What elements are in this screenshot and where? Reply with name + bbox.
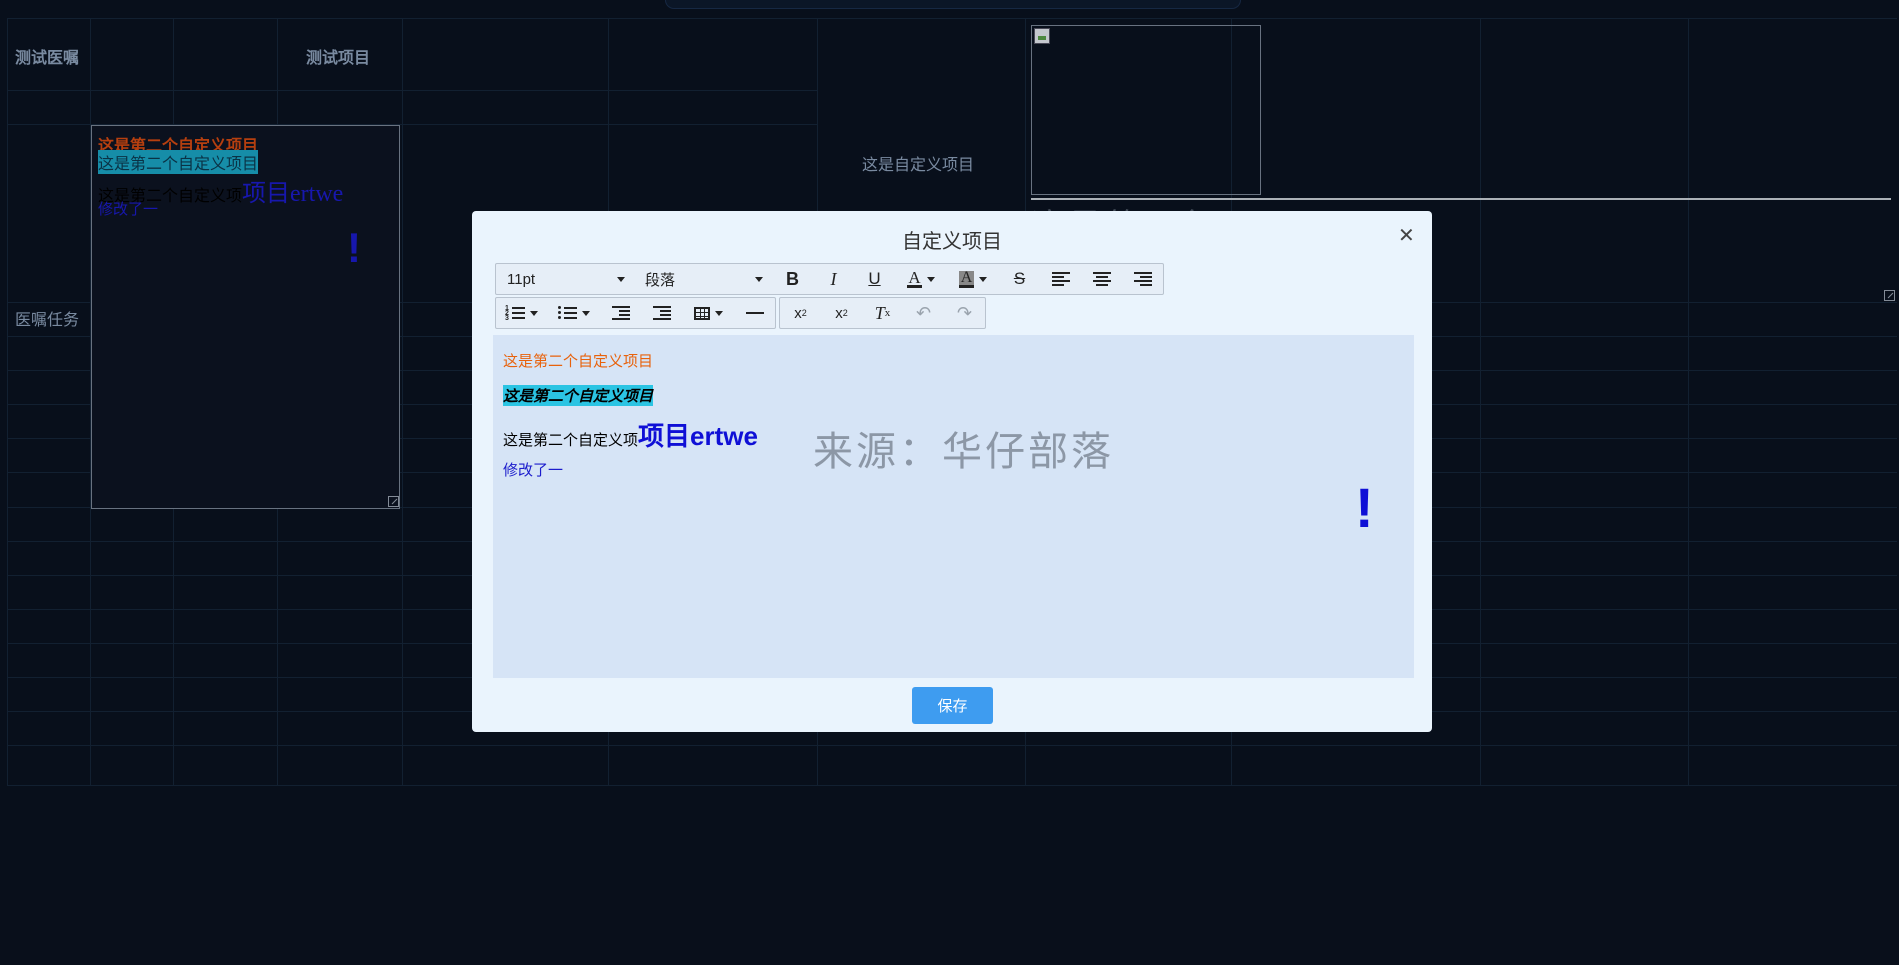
align-center-icon[interactable] [1081, 264, 1122, 294]
block-format-select[interactable]: 段落 [634, 264, 772, 294]
align-left-icon[interactable] [1040, 264, 1081, 294]
font-size-value: 11pt [507, 270, 536, 288]
bullet-list-icon[interactable] [548, 298, 600, 328]
editor-line-4: 修改了一 [503, 462, 564, 479]
superscript-icon[interactable]: x2 [821, 298, 862, 328]
indent-icon[interactable] [641, 298, 682, 328]
custom-item-dialog: 自定义项目 ✕ 11pt 段落 B I U A A S 1 2 3 x 2 x … [472, 211, 1432, 732]
watermark: 来源：华仔部落 [813, 429, 1114, 474]
table-icon[interactable] [682, 298, 734, 328]
font-color-icon[interactable]: A [895, 264, 947, 294]
italic-icon[interactable]: I [813, 264, 854, 294]
dialog-title: 自定义项目 [902, 231, 1002, 253]
background-color-icon[interactable]: A [947, 264, 999, 294]
block-format-value: 段落 [645, 271, 676, 289]
horizontal-rule-icon[interactable] [734, 298, 775, 328]
outdent-icon[interactable] [600, 298, 641, 328]
bold-icon[interactable]: B [772, 264, 813, 294]
editor-line-2: 这是第二个自定义项目 [503, 385, 654, 406]
align-right-icon[interactable] [1122, 264, 1163, 294]
strikethrough-icon[interactable]: S [999, 264, 1040, 294]
undo-icon[interactable]: ↶ [903, 298, 944, 328]
toolbar-group-format: 11pt 段落 B I U A A S [495, 263, 1164, 295]
numbered-list-icon[interactable]: 123 [496, 298, 548, 328]
chevron-down-icon [755, 276, 763, 282]
editor-line-1: 这是第二个自定义项目 [503, 353, 654, 370]
subscript-icon[interactable]: x2 [780, 298, 821, 328]
save-button[interactable]: 保存 [912, 687, 993, 724]
close-icon[interactable]: ✕ [1398, 226, 1415, 246]
editor-line-3-prefix: 这是第二个自定义项 [503, 432, 639, 449]
redo-icon[interactable]: ↷ [944, 298, 985, 328]
toolbar-row-2: 123 x2 x2 Tx ↶ ↷ [495, 297, 989, 329]
editor-exclamation: ! [1355, 476, 1374, 539]
rich-text-editor[interactable]: 这是第二个自定义项目 这是第二个自定义项目 这是第二个自定义项项目ertwe 修… [493, 335, 1414, 678]
editor-line-3-big: 项目ertwe [638, 421, 758, 451]
toolbar-group-lists: 123 [495, 297, 776, 329]
clear-format-icon[interactable]: Tx [862, 298, 903, 328]
font-size-select[interactable]: 11pt [496, 264, 634, 294]
underline-icon[interactable]: U [854, 264, 895, 294]
toolbar-group-script: x2 x2 Tx ↶ ↷ [779, 297, 986, 329]
editor-line-3: 这是第二个自定义项项目ertwe [503, 416, 758, 453]
chevron-down-icon [617, 276, 625, 282]
toolbar-row-1: 11pt 段落 B I U A A S [495, 263, 1167, 295]
